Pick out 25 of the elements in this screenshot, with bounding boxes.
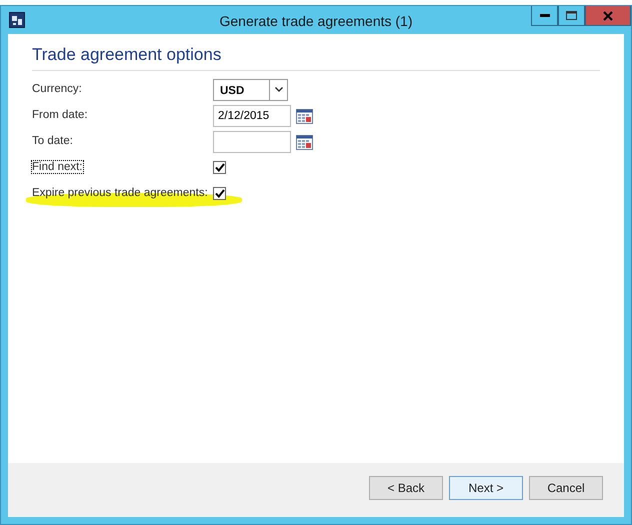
currency-dropdown[interactable]: USD (213, 78, 288, 100)
calendar-icon[interactable] (296, 108, 313, 124)
close-button[interactable] (585, 6, 631, 26)
field-label: Currency: (32, 82, 82, 95)
checkmark-icon (214, 163, 224, 172)
field-label: From date: (32, 108, 88, 121)
window-title: Generate trade agreements (1) (220, 12, 412, 31)
checkbox[interactable] (213, 161, 226, 174)
close-icon (603, 10, 613, 20)
wizard-button[interactable]: Cancel (529, 476, 603, 500)
checkmark-icon (214, 189, 224, 198)
app-icon (9, 12, 25, 28)
maximize-icon (566, 11, 577, 20)
caret-icon (274, 87, 282, 92)
minimize-button[interactable] (531, 6, 558, 26)
checkbox[interactable] (213, 187, 226, 200)
calendar-icon[interactable] (296, 134, 313, 150)
wizard-button[interactable]: Next > (449, 476, 523, 500)
minimize-icon (540, 14, 550, 18)
date-field[interactable]: 2/12/2015 (213, 104, 291, 126)
section-title: Trade agreement options (32, 42, 600, 70)
date-field[interactable] (213, 130, 291, 152)
field-label: To date: (32, 134, 73, 147)
field-label: Find next: (32, 160, 82, 173)
wizard-button[interactable]: < Back (369, 476, 443, 500)
